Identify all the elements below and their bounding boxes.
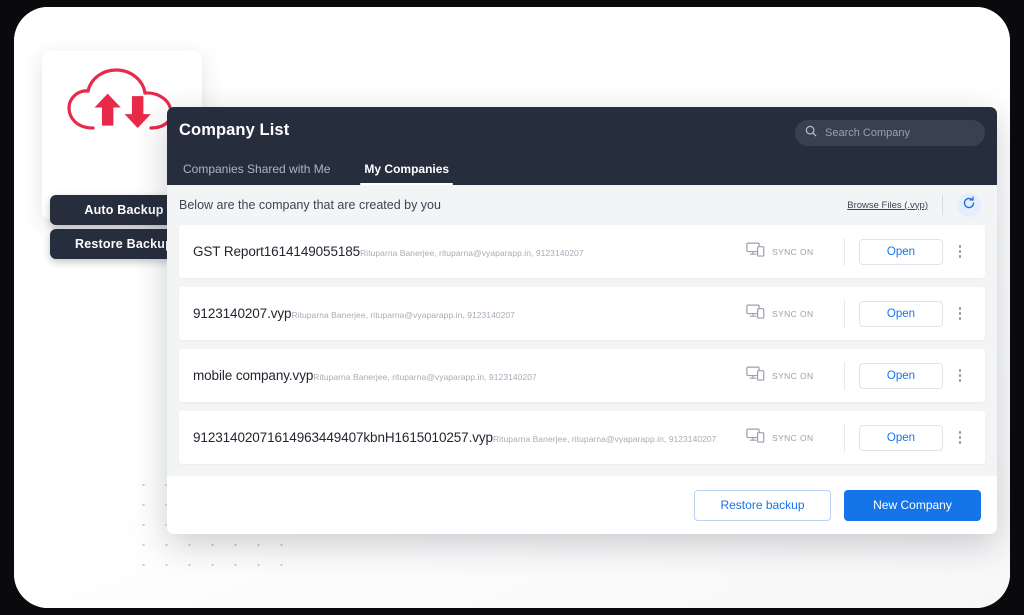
row-actions: SYNC ON Open (746, 299, 973, 328)
search-box[interactable] (795, 120, 985, 146)
new-company-button[interactable]: New Company (844, 489, 981, 521)
tab-my-companies[interactable]: My Companies (360, 162, 453, 185)
company-list-panel: Company List Companies Shared with Me My… (167, 107, 997, 534)
page-title: Company List (179, 121, 290, 139)
tab-my-companies-label: My Companies (364, 162, 450, 176)
sync-status: SYNC ON (746, 366, 844, 386)
devices-sync-icon (746, 366, 765, 386)
devices-sync-icon (746, 242, 765, 262)
restore-backup-button[interactable]: Restore backup (694, 489, 831, 521)
company-title: GST Report1614149055185 (193, 244, 361, 259)
sync-status: SYNC ON (746, 428, 844, 448)
device-frame: Auto Backup Restore Backup Company List (14, 7, 1010, 608)
sync-status: SYNC ON (746, 304, 844, 324)
search-icon (805, 124, 817, 142)
subtitle-actions: Browse Files (.vyp) (847, 193, 981, 217)
company-title: 9123140207.vyp (193, 306, 292, 321)
tab-companies-shared-with-me[interactable]: Companies Shared with Me (179, 162, 334, 185)
auto-backup-label: Auto Backup (84, 203, 164, 217)
sync-label: SYNC ON (772, 246, 814, 257)
sync-label: SYNC ON (772, 308, 814, 319)
table-row[interactable]: 91231402071614963449407kbnH1615010257.vy… (179, 411, 985, 464)
company-owner-info: Rituparna Banerjee, rituparna@vyaparapp.… (492, 434, 717, 444)
kebab-menu-icon[interactable] (947, 363, 973, 389)
open-button[interactable]: Open (859, 300, 943, 327)
company-name-cell: mobile company.vyp Rituparna Banerjee, r… (193, 368, 746, 383)
table-row[interactable]: 9123140207.vyp Rituparna Banerjee, ritup… (179, 287, 985, 340)
subtitle-bar: Below are the company that are created b… (167, 185, 997, 225)
sync-status: SYNC ON (746, 242, 844, 262)
devices-sync-icon (746, 304, 765, 324)
refresh-icon (962, 195, 976, 215)
company-name-cell: 91231402071614963449407kbnH1615010257.vy… (193, 430, 746, 445)
company-list: GST Report1614149055185 Rituparna Banerj… (167, 225, 997, 476)
row-actions: SYNC ON Open (746, 237, 973, 266)
company-owner-info: Rituparna Banerjee, rituparna@vyaparapp.… (360, 248, 584, 258)
divider (942, 195, 943, 215)
table-row[interactable]: GST Report1614149055185 Rituparna Banerj… (179, 225, 985, 278)
sync-label: SYNC ON (772, 370, 814, 381)
open-button[interactable]: Open (859, 362, 943, 389)
row-actions: SYNC ON Open (746, 423, 973, 452)
company-owner-info: Rituparna Banerjee, rituparna@vyaparapp.… (313, 372, 537, 382)
open-button[interactable]: Open (859, 424, 943, 451)
divider (844, 299, 845, 328)
panel-tabs: Companies Shared with Me My Companies (179, 151, 453, 185)
kebab-menu-icon[interactable] (947, 425, 973, 451)
open-button[interactable]: Open (859, 238, 943, 265)
company-owner-info: Rituparna Banerjee, rituparna@vyaparapp.… (291, 310, 515, 320)
row-actions: SYNC ON Open (746, 361, 973, 390)
devices-sync-icon (746, 428, 765, 448)
tab-shared-label: Companies Shared with Me (183, 162, 331, 176)
kebab-menu-icon[interactable] (947, 239, 973, 265)
panel-header: Company List Companies Shared with Me My… (167, 107, 997, 185)
company-title: mobile company.vyp (193, 368, 314, 383)
restore-backup-sidebar-label: Restore Backup (75, 237, 173, 251)
sync-label: SYNC ON (772, 432, 814, 443)
browse-files-link[interactable]: Browse Files (.vyp) (847, 200, 928, 211)
divider (844, 237, 845, 266)
company-title: 91231402071614963449407kbnH1615010257.vy… (193, 430, 493, 445)
search-input[interactable] (825, 127, 975, 139)
divider (844, 423, 845, 452)
subtitle-text: Below are the company that are created b… (179, 198, 441, 212)
panel-footer: Restore backup New Company (167, 476, 997, 534)
kebab-menu-icon[interactable] (947, 301, 973, 327)
refresh-button[interactable] (957, 193, 981, 217)
company-name-cell: GST Report1614149055185 Rituparna Banerj… (193, 244, 746, 259)
company-name-cell: 9123140207.vyp Rituparna Banerjee, ritup… (193, 306, 746, 321)
divider (844, 361, 845, 390)
table-row[interactable]: mobile company.vyp Rituparna Banerjee, r… (179, 349, 985, 402)
